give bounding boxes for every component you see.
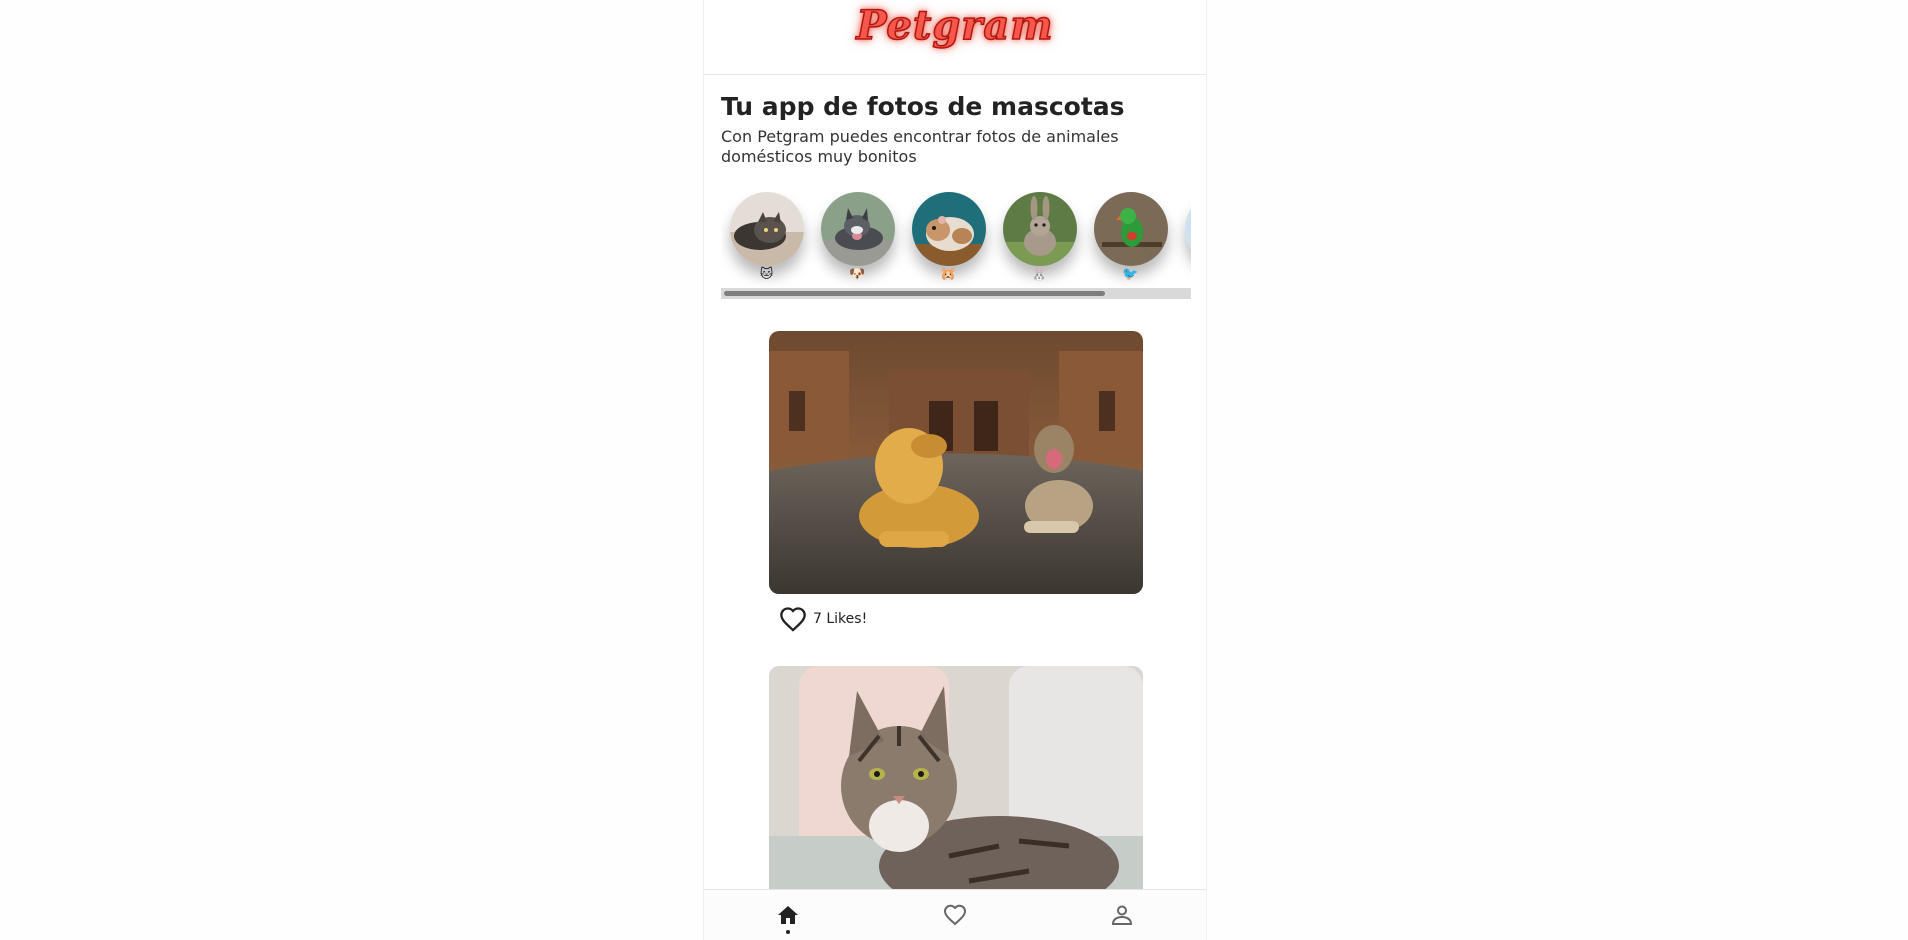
app-container: Petgram Tu app de fotos de mascotas Con … xyxy=(703,0,1207,940)
category-hamster-image[interactable] xyxy=(911,192,986,266)
category-rabbit[interactable]: 🐰 xyxy=(994,192,1085,283)
category-cat-emoji: 🐱 xyxy=(759,267,774,282)
category-cat-image[interactable] xyxy=(729,192,804,266)
bottom-navbar xyxy=(704,889,1206,940)
category-scrollbar[interactable] xyxy=(721,288,1191,299)
nav-favs[interactable] xyxy=(925,890,985,940)
category-bird[interactable]: 🐦 xyxy=(1085,192,1176,283)
category-dog-emoji: 🐶 xyxy=(849,267,866,282)
category-hamster[interactable]: 🐹 xyxy=(903,192,994,283)
page-title: Tu app de fotos de mascotas xyxy=(721,92,1125,121)
category-rabbit-emoji: 🐰 xyxy=(1031,267,1048,282)
likes-row: 7 Likes! xyxy=(778,604,1143,634)
active-indicator xyxy=(785,930,790,934)
nav-home[interactable] xyxy=(758,890,818,940)
photo-card: 7 Likes! xyxy=(769,331,1143,634)
category-dog[interactable]: 🐶 xyxy=(812,192,903,283)
nav-user[interactable] xyxy=(1092,890,1152,940)
heart-outline-icon xyxy=(780,607,806,632)
category-rabbit-image[interactable] xyxy=(1002,192,1077,266)
heart-outline-icon xyxy=(943,904,966,926)
home-icon xyxy=(777,906,798,924)
category-hamster-emoji: 🐹 xyxy=(940,267,957,282)
user-icon xyxy=(1112,905,1133,925)
category-bird-emoji: 🐦 xyxy=(1122,267,1139,282)
category-scrollbar-thumb[interactable] xyxy=(724,291,1105,296)
category-more-image[interactable] xyxy=(1184,192,1191,266)
category-more[interactable] xyxy=(1176,192,1191,283)
category-bird-image[interactable] xyxy=(1093,192,1168,266)
likes-count: 7 Likes! xyxy=(813,611,868,627)
petgram-logo[interactable]: Petgram xyxy=(856,1,1054,50)
category-dog-image[interactable] xyxy=(820,192,895,266)
category-list: 🐱 🐶 🐹 🐰 🐦 xyxy=(721,192,1191,299)
app-header: Petgram xyxy=(704,0,1206,75)
page-subtitle: Con Petgram puedes encontrar fotos de an… xyxy=(721,127,1119,166)
photo-card-image[interactable] xyxy=(769,331,1143,594)
like-button[interactable] xyxy=(778,604,808,634)
category-cat[interactable]: 🐱 xyxy=(721,192,812,283)
